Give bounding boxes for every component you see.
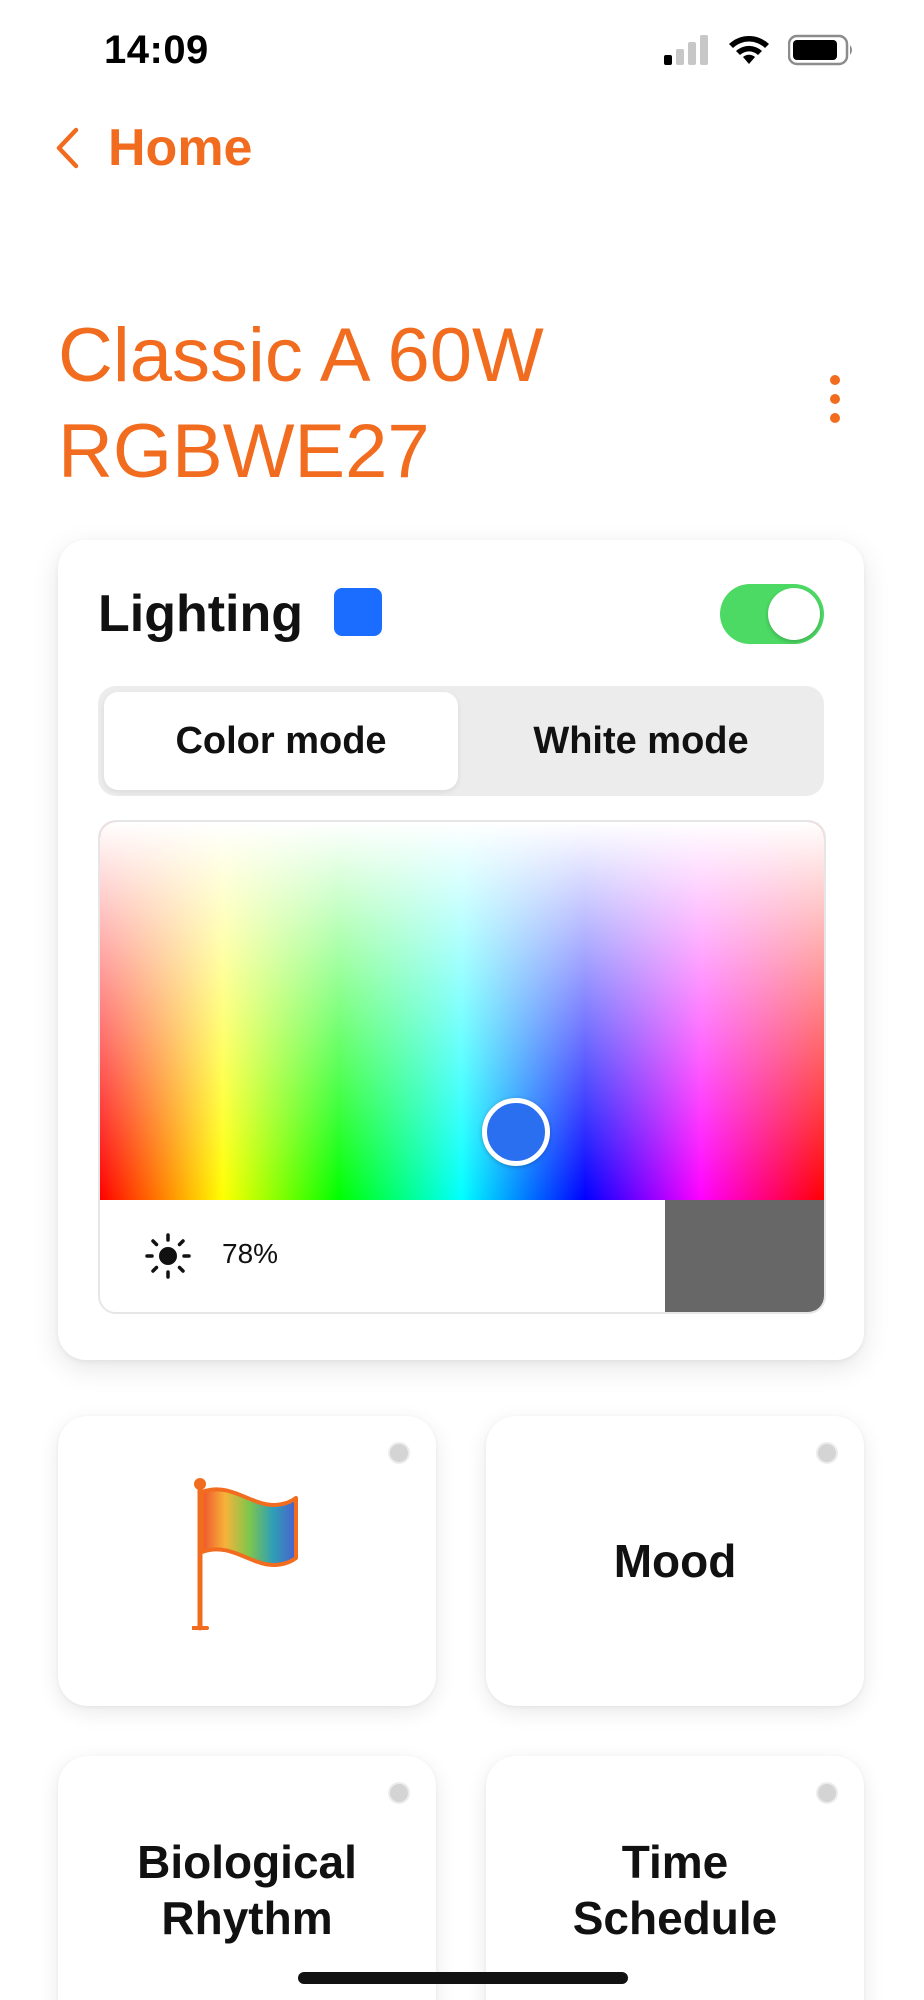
tile-label-mood: Mood [613, 1535, 737, 1587]
tile-label-time-schedule: Time Schedule [486, 1756, 864, 2000]
title-line-1: Classic A 60W [58, 313, 544, 398]
power-toggle[interactable] [720, 584, 824, 644]
back-button[interactable]: Home [54, 118, 252, 178]
brightness-slider[interactable]: 78% [100, 1200, 824, 1312]
color-picker-handle[interactable] [482, 1098, 550, 1166]
color-picker: 78% [98, 820, 826, 1314]
tile-label-line-1: Biological [137, 1836, 357, 1888]
device-detail-screen: 14:09 Home Classic A 60W RGBWE27 Lightin… [0, 0, 924, 2000]
status-time: 14:09 [104, 28, 209, 72]
tab-white-mode[interactable]: White mode [464, 692, 818, 790]
title-line-2: RGBWE27 [58, 409, 430, 494]
tile-label-line-2: Schedule [572, 1892, 778, 1944]
tile-label-biological-rhythm: Biological Rhythm [58, 1756, 436, 2000]
mode-segmented-control: Color mode White mode [98, 686, 824, 796]
tile-scene-flag[interactable] [58, 1416, 436, 1706]
tile-label-line-1: Time [621, 1836, 729, 1888]
more-options-icon[interactable] [818, 374, 852, 424]
lighting-card: Lighting Color mode White mode 78% [58, 540, 864, 1360]
tile-label-line-2: Rhythm [161, 1892, 333, 1944]
tab-color-mode[interactable]: Color mode [104, 692, 458, 790]
status-icons [664, 34, 854, 66]
tile-mood[interactable]: Mood [486, 1416, 864, 1706]
chevron-left-icon [56, 127, 79, 169]
tile-time-schedule[interactable]: Time Schedule [486, 1756, 864, 2000]
home-indicator [298, 1972, 628, 1984]
brightness-remaining-fill [665, 1200, 824, 1312]
wifi-icon [729, 36, 769, 64]
color-spectrum[interactable] [100, 822, 824, 1200]
status-dot [388, 1442, 410, 1464]
back-label: Home [108, 119, 253, 177]
lighting-title: Lighting [98, 585, 304, 643]
sun-icon [145, 1233, 191, 1279]
battery-icon [788, 34, 852, 66]
cellular-signal-icon [664, 35, 708, 65]
rainbow-flag-icon [192, 1478, 298, 1631]
page-title: Classic A 60W RGBWE27 [58, 308, 718, 500]
toggle-knob [768, 588, 820, 640]
brightness-value: 78% [222, 1238, 279, 1269]
tile-biological-rhythm[interactable]: Biological Rhythm [58, 1756, 436, 2000]
current-color-swatch [334, 588, 382, 636]
